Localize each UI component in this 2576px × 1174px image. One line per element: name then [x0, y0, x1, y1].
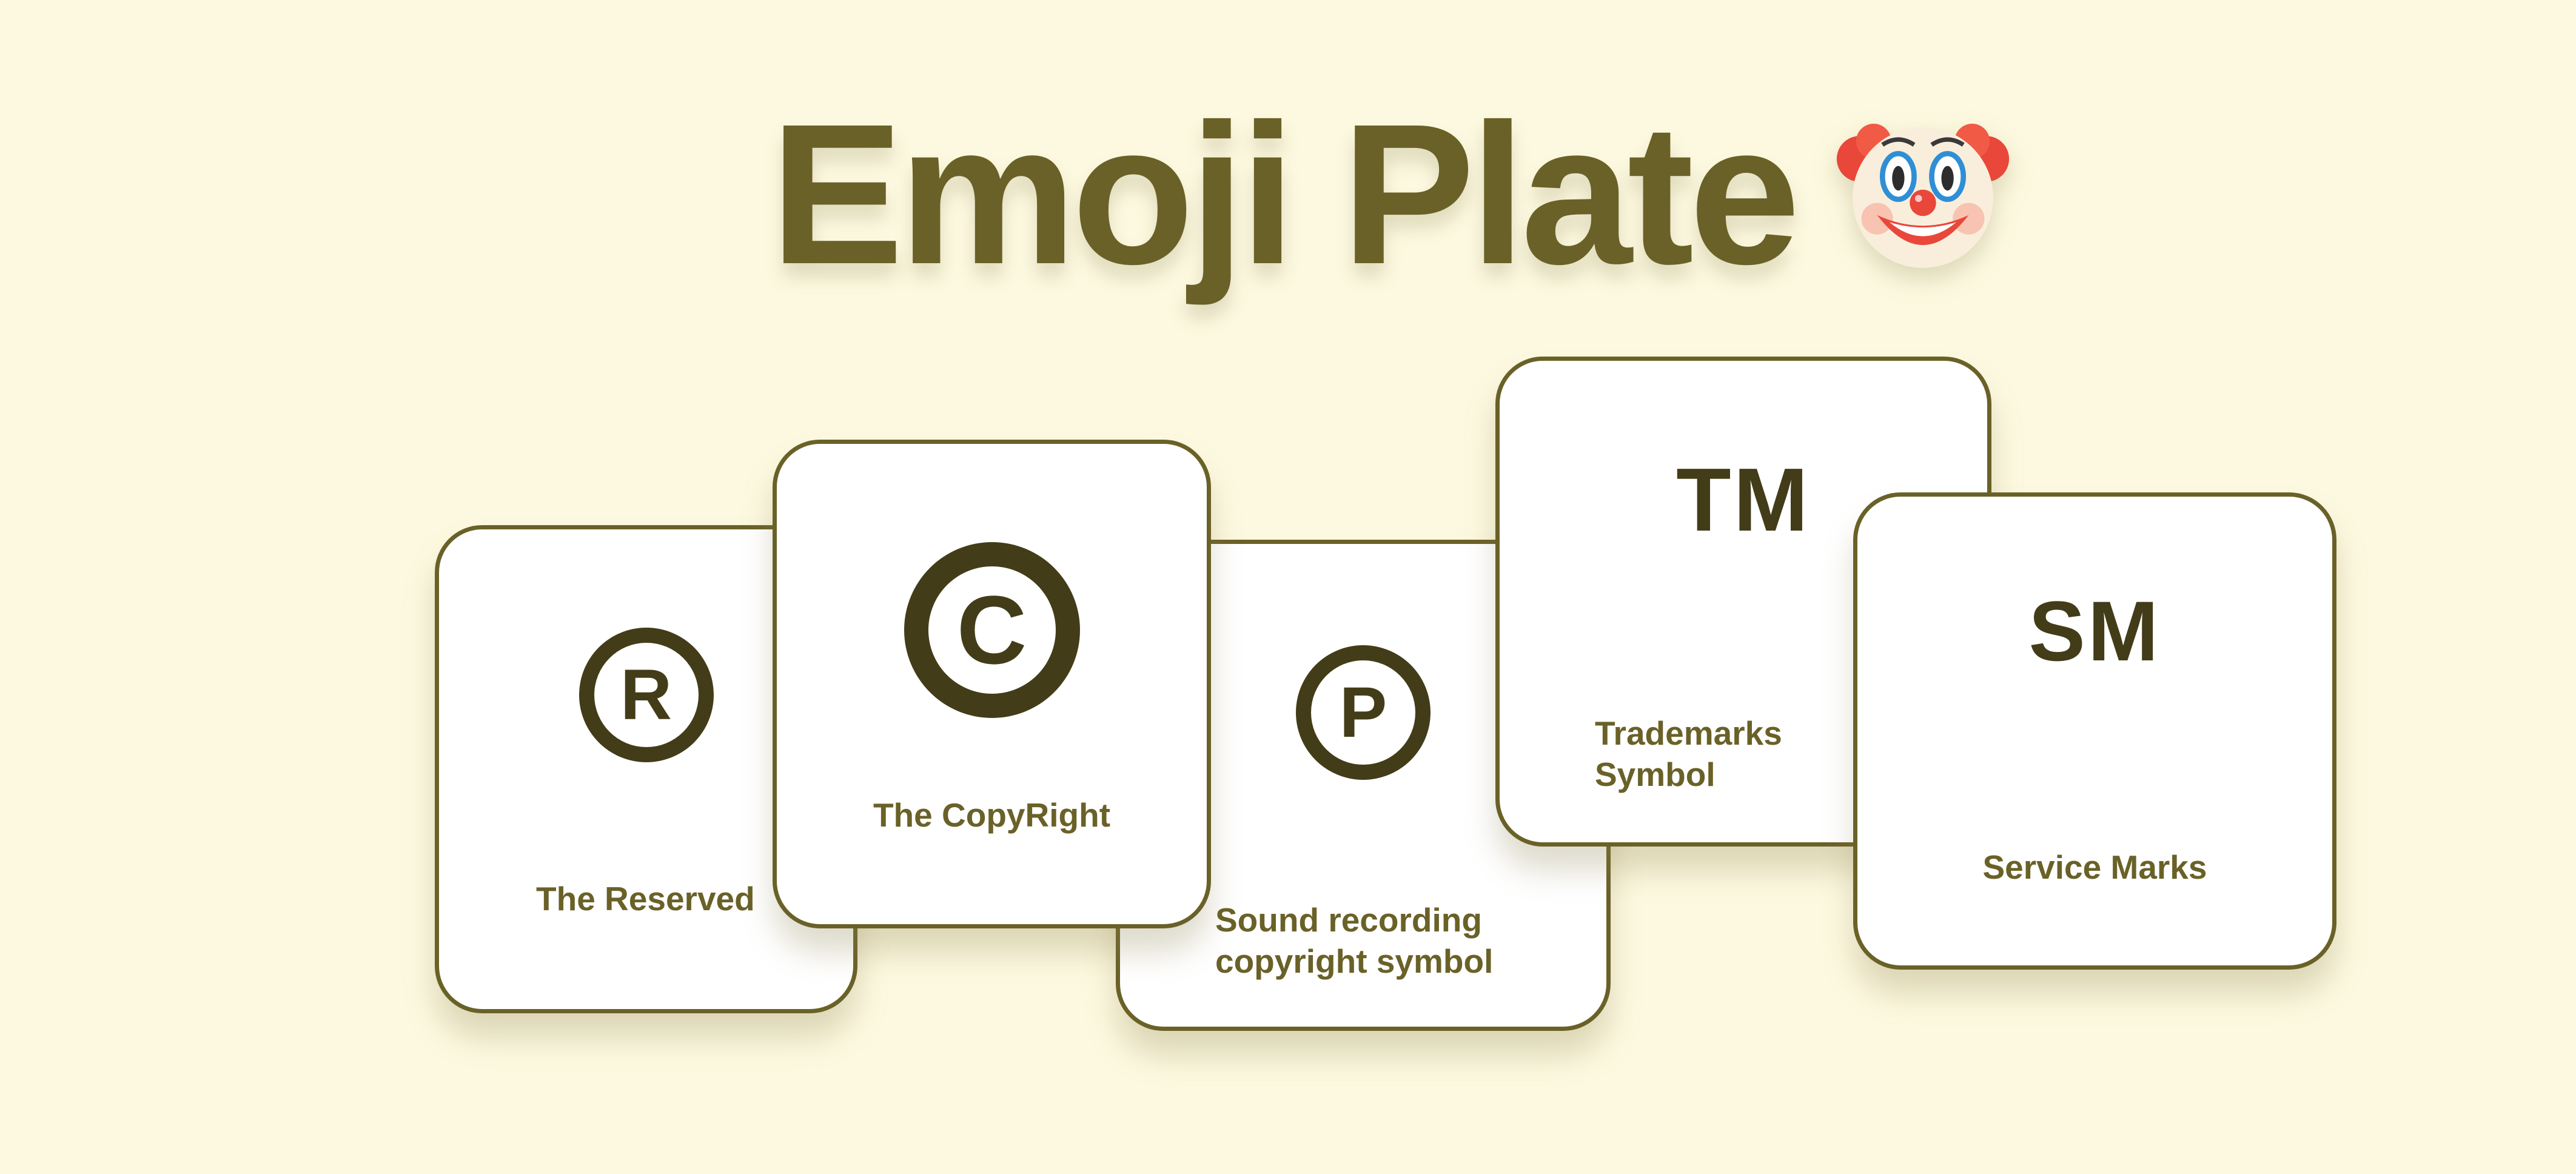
card-service-marks[interactable]: SM Service Marks: [1853, 492, 2336, 970]
card-label: The CopyRight: [873, 796, 1111, 834]
card-label-line-1: Sound recording: [1215, 901, 1482, 939]
service-mark-symbol-icon: SM: [2028, 583, 2161, 679]
card-copyright[interactable]: C The CopyRight: [773, 440, 1211, 928]
copyright-symbol-icon: C: [777, 542, 1207, 718]
page-header: Emoji Plate: [770, 91, 2011, 297]
card-label: The Reserved: [536, 880, 755, 917]
card-label: Trademarks Symbol: [1595, 713, 1782, 795]
card-label-line-2: Symbol: [1595, 756, 1716, 793]
page-title: Emoji Plate: [770, 82, 1800, 306]
clown-face-icon: [1836, 124, 2010, 268]
card-label-line-1: Trademarks: [1595, 714, 1782, 752]
card-label-line-2: copyright symbol: [1215, 942, 1494, 980]
card-label: Service Marks: [1982, 848, 2207, 886]
card-label: Sound recording copyright symbol: [1215, 899, 1493, 982]
